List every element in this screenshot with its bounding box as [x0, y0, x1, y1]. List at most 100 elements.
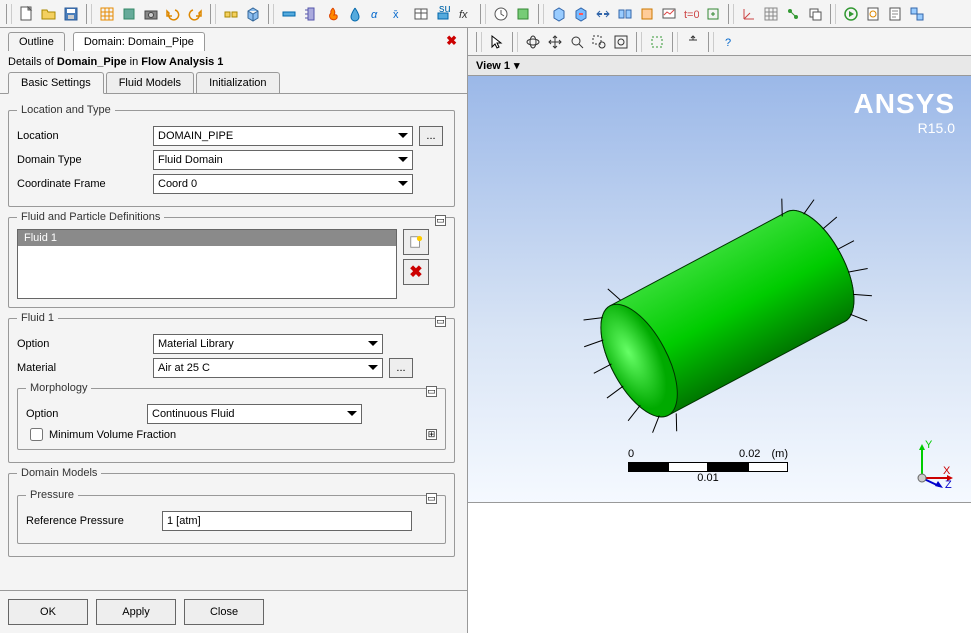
details-domain-name: Domain_Pipe — [57, 56, 127, 68]
drop-icon[interactable] — [346, 5, 364, 23]
save-icon[interactable] — [62, 5, 80, 23]
group-title: Domain Models — [17, 467, 101, 479]
open-icon[interactable] — [40, 5, 58, 23]
boundary-icon[interactable] — [302, 5, 320, 23]
separator — [728, 4, 734, 24]
form-area: Location and Type Location DOMAIN_PIPE .… — [0, 94, 467, 590]
define-icon[interactable] — [120, 5, 138, 23]
run-icon[interactable] — [842, 5, 860, 23]
right-panel: ? View 1 ▾ ANSYS R15.0 — [468, 28, 971, 633]
table-icon[interactable] — [412, 5, 430, 23]
select-coord-frame[interactable]: Coord 0 — [153, 174, 413, 194]
copy-icon[interactable] — [806, 5, 824, 23]
expand-icon[interactable]: ⊞ — [426, 429, 437, 440]
collapse-icon[interactable]: ▭ — [435, 215, 446, 226]
mesh2-icon[interactable] — [762, 5, 780, 23]
var-icon[interactable]: x̄ — [390, 5, 408, 23]
subtab-init[interactable]: Initialization — [196, 72, 279, 93]
output-icon[interactable] — [704, 5, 722, 23]
subdomain-icon[interactable]: sub — [434, 5, 452, 23]
select-location[interactable]: DOMAIN_PIPE — [153, 126, 413, 146]
separator — [86, 4, 92, 24]
svg-text:sub: sub — [439, 6, 451, 15]
solver-icon[interactable] — [514, 5, 532, 23]
mesh-icon[interactable] — [98, 5, 116, 23]
pan-icon[interactable] — [546, 33, 564, 51]
checkbox-min-vol[interactable] — [30, 428, 43, 441]
fx-icon[interactable]: fx — [456, 5, 474, 23]
monitor-icon[interactable] — [660, 5, 678, 23]
select-domain-type[interactable]: Fluid Domain — [153, 150, 413, 170]
fluid-list-item[interactable]: Fluid 1 — [18, 230, 396, 246]
source-icon[interactable] — [638, 5, 656, 23]
arrows-icon[interactable] — [594, 5, 612, 23]
scale-bar: 0 0.02 (m) 0.01 — [628, 448, 788, 484]
axis-triad: Y X Z — [907, 438, 957, 488]
svg-text:Z: Z — [945, 479, 952, 488]
group-title: Location and Type — [17, 104, 115, 116]
details-header: Details of Domain_Pipe in Flow Analysis … — [0, 52, 467, 72]
zoom-icon[interactable] — [568, 33, 586, 51]
fit-icon[interactable] — [612, 33, 630, 51]
view-header[interactable]: View 1 ▾ — [468, 56, 971, 76]
fluid-list[interactable]: Fluid 1 — [17, 229, 397, 299]
svg-text:Y: Y — [925, 439, 933, 451]
input-ref-pressure[interactable] — [162, 511, 412, 531]
subtab-basic[interactable]: Basic Settings — [8, 72, 104, 94]
more-icon[interactable] — [684, 33, 702, 51]
browse-location-button[interactable]: ... — [419, 126, 443, 146]
browse-material-button[interactable]: ... — [389, 358, 413, 378]
expression-icon[interactable]: α — [368, 5, 386, 23]
zoom-box-icon[interactable] — [590, 33, 608, 51]
undo-icon[interactable] — [164, 5, 182, 23]
multi-icon[interactable] — [908, 5, 926, 23]
connect-icon[interactable] — [784, 5, 802, 23]
subtab-fluid[interactable]: Fluid Models — [106, 72, 194, 93]
tab-domain[interactable]: Domain: Domain_Pipe — [73, 32, 205, 51]
select-morph-option[interactable]: Continuous Fluid — [147, 404, 362, 424]
apply-button[interactable]: Apply — [96, 599, 176, 625]
camera-icon[interactable] — [142, 5, 160, 23]
box-icon[interactable] — [244, 5, 262, 23]
label-coord-frame: Coordinate Frame — [17, 178, 147, 190]
separator — [672, 32, 678, 52]
report-icon[interactable] — [864, 5, 882, 23]
select-option[interactable]: Material Library — [153, 334, 383, 354]
cursor-icon[interactable] — [488, 33, 506, 51]
delete-fluid-button[interactable]: ✖ — [403, 259, 429, 285]
close-button[interactable]: Close — [184, 599, 264, 625]
select-material[interactable]: Air at 25 C — [153, 358, 383, 378]
viewport-3d[interactable]: ANSYS R15.0 — [468, 76, 971, 503]
flame-icon[interactable] — [324, 5, 342, 23]
collapse-icon[interactable]: ▭ — [426, 493, 437, 504]
group-morphology: Morphology ▭ Option Continuous Fluid Min… — [17, 382, 446, 450]
box1-icon[interactable] — [550, 5, 568, 23]
group-fluid-defs: Fluid and Particle Definitions ▭ Fluid 1… — [8, 211, 455, 308]
clock-icon[interactable] — [492, 5, 510, 23]
coord-icon[interactable] — [740, 5, 758, 23]
flow-icon[interactable] — [280, 5, 298, 23]
dropdown-icon[interactable]: ▾ — [514, 59, 520, 72]
group-pressure: Pressure ▭ Reference Pressure — [17, 489, 446, 544]
console-area[interactable] — [468, 503, 971, 633]
help-icon[interactable]: ? — [720, 33, 738, 51]
collapse-icon[interactable]: ▭ — [435, 316, 446, 327]
connection-icon[interactable] — [222, 5, 240, 23]
box2-icon[interactable] — [572, 5, 590, 23]
add-fluid-button[interactable] — [403, 229, 429, 255]
group-title: Pressure — [26, 489, 78, 501]
rotate-icon[interactable] — [524, 33, 542, 51]
new-icon[interactable] — [18, 5, 36, 23]
main-toolbar: α x̄ sub fx t=0 — [0, 0, 971, 28]
close-tab-icon[interactable]: ✖ — [440, 33, 463, 49]
svg-text:X: X — [943, 465, 951, 477]
ok-button[interactable]: OK — [8, 599, 88, 625]
tab-outline[interactable]: Outline — [8, 32, 65, 51]
group-location-type: Location and Type Location DOMAIN_PIPE .… — [8, 104, 455, 207]
select-icon[interactable] — [648, 33, 666, 51]
page-icon[interactable] — [886, 5, 904, 23]
t0-icon[interactable]: t=0 — [682, 5, 700, 23]
collapse-icon[interactable]: ▭ — [426, 386, 437, 397]
interface-icon[interactable] — [616, 5, 634, 23]
redo-icon[interactable] — [186, 5, 204, 23]
